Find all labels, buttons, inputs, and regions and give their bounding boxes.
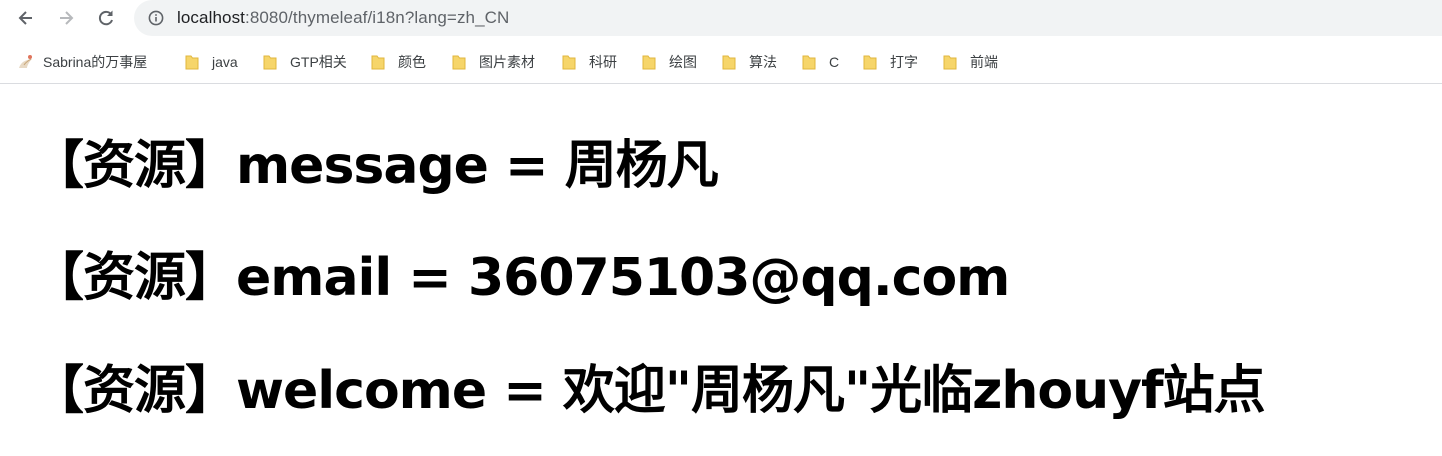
bookmarks-bar: Sabrina的万事屋 java GTP相关 颜色 图片素材 科研 绘图 算法 … <box>0 44 1442 82</box>
address-bar[interactable]: localhost:8080/thymeleaf/i18n?lang=zh_CN <box>134 0 1442 36</box>
bookmark-folder-gtp[interactable]: GTP相关 <box>262 52 347 72</box>
site-favicon-icon <box>19 55 32 68</box>
welcome-line: 【资源】welcome = 欢迎"周杨凡"光临zhouyf站点 <box>32 361 1266 421</box>
reload-icon <box>98 10 113 26</box>
folder-icon <box>263 55 277 70</box>
bookmark-folder-algorithms[interactable]: 算法 <box>721 52 777 72</box>
back-button[interactable] <box>11 4 41 32</box>
folder-icon <box>943 55 957 70</box>
bookmark-label: Sabrina的万事屋 <box>43 54 148 70</box>
bookmark-folder-frontend[interactable]: 前端 <box>942 52 998 72</box>
folder-icon <box>802 55 816 70</box>
bookmark-label: 绘图 <box>669 54 697 70</box>
email-line: 【资源】email = 36075103@qq.com <box>32 248 1010 308</box>
back-arrow-icon <box>18 11 32 25</box>
bookmark-label: 科研 <box>589 54 617 70</box>
folder-icon <box>562 55 576 70</box>
bookmark-label: 算法 <box>749 54 777 70</box>
folder-icon <box>722 55 736 70</box>
folder-icon <box>642 55 656 70</box>
bookmark-folder-typing[interactable]: 打字 <box>862 52 918 72</box>
bookmark-label: 打字 <box>890 54 918 70</box>
bookmark-label: GTP相关 <box>290 54 347 70</box>
forward-button[interactable] <box>51 4 81 32</box>
folder-icon <box>185 55 199 70</box>
url-text: localhost:8080/thymeleaf/i18n?lang=zh_CN <box>177 8 509 28</box>
forward-arrow-icon <box>60 11 74 25</box>
bookmark-folder-drawing[interactable]: 绘图 <box>641 52 697 72</box>
bookmark-folder-c[interactable]: C <box>801 52 839 72</box>
message-line: 【资源】message = 周杨凡 <box>32 136 719 196</box>
bookmark-label: C <box>829 54 840 70</box>
bookmark-folder-images[interactable]: 图片素材 <box>451 52 535 72</box>
folder-icon <box>452 55 466 70</box>
browser-toolbar: localhost:8080/thymeleaf/i18n?lang=zh_CN <box>0 0 1442 38</box>
bookmark-folder-research[interactable]: 科研 <box>561 52 617 72</box>
folder-icon <box>371 55 385 70</box>
bookmark-label: 颜色 <box>398 54 426 70</box>
toolbar-divider <box>0 83 1442 84</box>
bookmark-sabrina[interactable]: Sabrina的万事屋 <box>18 52 147 72</box>
reload-button[interactable] <box>91 4 121 32</box>
bookmark-folder-java[interactable]: java <box>184 52 238 72</box>
info-icon[interactable] <box>147 9 165 27</box>
bookmark-label: 前端 <box>970 54 998 70</box>
url-host: localhost <box>177 8 245 27</box>
url-path: :8080/thymeleaf/i18n?lang=zh_CN <box>245 8 510 27</box>
bookmark-folder-colors[interactable]: 颜色 <box>370 52 426 72</box>
bookmark-label: java <box>212 54 238 70</box>
bookmark-label: 图片素材 <box>479 54 535 70</box>
folder-icon <box>863 55 877 70</box>
